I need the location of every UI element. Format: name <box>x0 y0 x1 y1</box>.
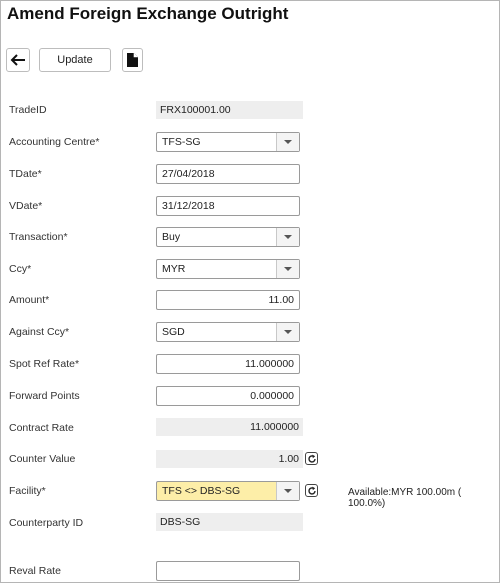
ccy-label: Ccy* <box>9 263 32 275</box>
forward-points-label: Forward Points <box>9 390 80 402</box>
transaction-select[interactable]: Buy <box>156 227 300 247</box>
against-ccy-label: Against Ccy* <box>9 326 70 338</box>
counterparty-id-value: DBS-SG <box>156 513 303 531</box>
chevron-down-icon <box>284 330 292 334</box>
facility-available-text: Available:MYR 100.00m ( 100.0%) <box>348 487 462 509</box>
counter-value-value: 1.00 <box>156 450 303 468</box>
tdate-label: TDate* <box>9 168 42 180</box>
document-button[interactable] <box>122 48 143 72</box>
accounting-centre-value: TFS-SG <box>162 136 201 148</box>
transaction-dropdown-button[interactable] <box>276 228 299 246</box>
forward-points-input[interactable] <box>156 386 300 406</box>
against-ccy-value: SGD <box>162 326 185 338</box>
chevron-down-icon <box>284 489 292 493</box>
arrow-left-icon <box>10 54 25 66</box>
ccy-select[interactable]: MYR <box>156 259 300 279</box>
chevron-down-icon <box>284 267 292 271</box>
trade-id-value: FRX100001.00 <box>156 101 303 119</box>
ccy-dropdown-button[interactable] <box>276 260 299 278</box>
form-window: Amend Foreign Exchange Outright Update T… <box>0 0 500 583</box>
chevron-down-icon <box>284 235 292 239</box>
contract-rate-value: 11.000000 <box>156 418 303 436</box>
spot-ref-rate-label: Spot Ref Rate* <box>9 358 80 370</box>
accounting-centre-select[interactable]: TFS-SG <box>156 132 300 152</box>
facility-dropdown-button[interactable] <box>276 482 299 500</box>
document-icon <box>127 53 138 67</box>
page-title: Amend Foreign Exchange Outright <box>7 4 289 23</box>
counter-value-refresh-button[interactable] <box>305 452 318 465</box>
reval-rate-label: Reval Rate <box>9 565 61 577</box>
against-ccy-dropdown-button[interactable] <box>276 323 299 341</box>
ccy-value: MYR <box>162 263 186 275</box>
trade-id-label: TradeID <box>9 104 47 116</box>
vdate-input[interactable] <box>156 196 300 216</box>
facility-label: Facility* <box>9 485 46 497</box>
amount-label: Amount* <box>9 294 50 306</box>
tdate-input[interactable] <box>156 164 300 184</box>
against-ccy-select[interactable]: SGD <box>156 322 300 342</box>
contract-rate-label: Contract Rate <box>9 422 74 434</box>
back-button[interactable] <box>6 48 30 72</box>
refresh-icon <box>307 486 316 495</box>
refresh-icon <box>307 454 316 463</box>
accounting-centre-dropdown-button[interactable] <box>276 133 299 151</box>
transaction-value: Buy <box>162 231 181 243</box>
counterparty-id-label: Counterparty ID <box>9 517 84 529</box>
counter-value-label: Counter Value <box>9 453 76 465</box>
facility-value: TFS <> DBS-SG <box>162 485 241 497</box>
facility-select[interactable]: TFS <> DBS-SG <box>156 481 300 501</box>
accounting-centre-label: Accounting Centre* <box>9 136 100 148</box>
vdate-label: VDate* <box>9 200 43 212</box>
spot-ref-rate-input[interactable] <box>156 354 300 374</box>
reval-rate-input[interactable] <box>156 561 300 581</box>
update-button[interactable]: Update <box>39 48 111 72</box>
amount-input[interactable] <box>156 290 300 310</box>
facility-refresh-button[interactable] <box>305 484 318 497</box>
chevron-down-icon <box>284 140 292 144</box>
transaction-label: Transaction* <box>9 231 68 243</box>
